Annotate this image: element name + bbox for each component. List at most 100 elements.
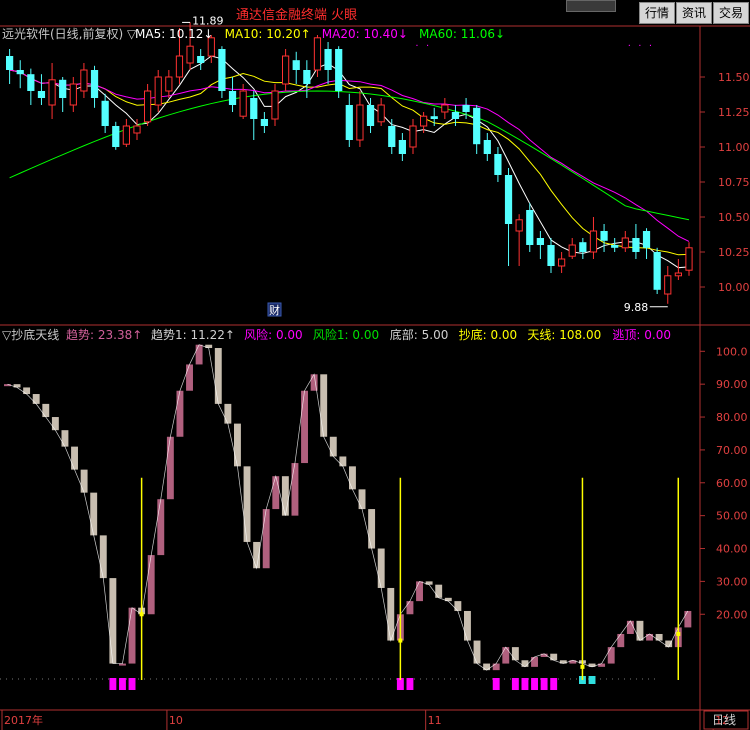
candle-body [494,154,502,175]
low-price-label: 9.88 [624,301,649,314]
trend-bar [435,584,443,598]
trend-bar [243,466,251,542]
trend-bar [195,344,203,365]
candle-body [59,79,67,98]
trend-bar [109,578,117,664]
indicator-value-趋势1: 趋势1: 11.22↑ [151,328,235,342]
candle-body [632,238,640,252]
candle-body [27,74,35,91]
signal-dot-marker: . [649,38,652,49]
finance-badge: 财 [269,303,280,317]
candle-body [303,70,311,84]
indicator-tick-label: 40.00 [716,543,748,556]
trend-bar [166,436,174,500]
candle-body [260,119,268,126]
candle-body [133,125,141,134]
candle-body [473,107,481,145]
trend-bar [377,548,385,588]
candle-body [430,116,438,119]
candle-body [451,112,460,119]
kline-panel[interactable] [6,21,693,317]
candle-body [441,104,449,113]
indicator-tick-label: 30.00 [716,575,748,588]
candle-body [653,252,661,290]
candle-body [175,55,184,78]
trend-bar [617,633,625,648]
trend-bar [329,436,337,457]
candle-body [112,126,120,147]
ma-indicator-ma5: MA5: 10.12↓ [135,27,213,41]
ma5-line [9,55,690,269]
candle-body [483,140,491,154]
candle-body [547,245,555,266]
candle-body [345,105,353,140]
candle-body [37,91,46,98]
trend-bar [636,620,644,641]
bottom-signal-bar [109,678,117,690]
candle-body [69,83,77,106]
indicator-value-底部: 底部: 5.00 [390,327,449,342]
trend-bar [406,601,414,615]
candle-body [6,56,14,70]
trend-bar [607,647,615,664]
candle-body [674,272,682,277]
trend-bar [71,446,78,470]
indicator-value-抄底: 抄底: 0.00 [459,327,518,342]
candle-body [611,245,619,248]
price-tick-label: 11.00 [718,141,750,154]
trend-bar [339,456,347,467]
indicator-tick-label: 100.0 [716,345,748,358]
candle-body [165,76,173,92]
signal-dot-marker: . [638,38,641,49]
antenna-marker [580,664,585,669]
candle-body [579,242,587,252]
trend-bar [511,647,519,661]
stock-chart[interactable]: 11.50 11.25 11.00 10.75 10.50 10.25 10.00 11.89… [0,0,750,730]
candle-body [409,125,417,148]
bottom-signal-bar [119,678,126,690]
trend-bar [387,587,395,641]
bottom-signal-bar [540,678,548,690]
candle-body [398,140,406,154]
antenna-marker [398,638,403,643]
candle-body [186,45,194,64]
candle-body [324,49,332,70]
candle-body [664,275,672,295]
trend-bar [32,394,40,404]
trend-bar [684,610,692,628]
candle-body [239,90,247,117]
trend-bar [291,463,299,516]
candle-body [642,231,651,248]
candle-body [292,60,300,70]
indicator-value-趋势: 趋势: 23.38↑ [66,328,142,342]
candle-body [558,258,566,267]
antenna-marker [676,631,681,636]
trend-bar [186,364,193,391]
indicator-tick-label: 90.00 [716,378,748,391]
trend-bar [454,601,462,611]
trend-bar [42,403,50,418]
trend-bar [550,653,558,661]
trend-bar [531,656,538,667]
trend-bar [234,423,241,467]
indicator-value-天线: 天线: 108.00 [527,328,601,342]
trend-bar [473,640,481,664]
price-tick-label: 11.25 [718,106,750,119]
candle-body [80,69,88,92]
indicator-tick-label: 20.00 [716,608,748,621]
trend-bar [626,620,634,634]
candle-body [335,49,343,91]
indicator-panel[interactable] [0,344,692,690]
trend-bar [655,633,663,641]
candle-body [250,98,258,119]
candle-body [504,175,513,224]
risk1-signal-bar [588,676,596,684]
candle-body [388,126,396,147]
trend-bar [281,476,289,516]
trend-bar [349,466,356,490]
trend-bar [128,607,136,664]
xaxis-label: 11 [428,714,442,727]
candle-body [90,70,99,98]
trend-bar [272,476,280,510]
candle-body [621,237,629,249]
